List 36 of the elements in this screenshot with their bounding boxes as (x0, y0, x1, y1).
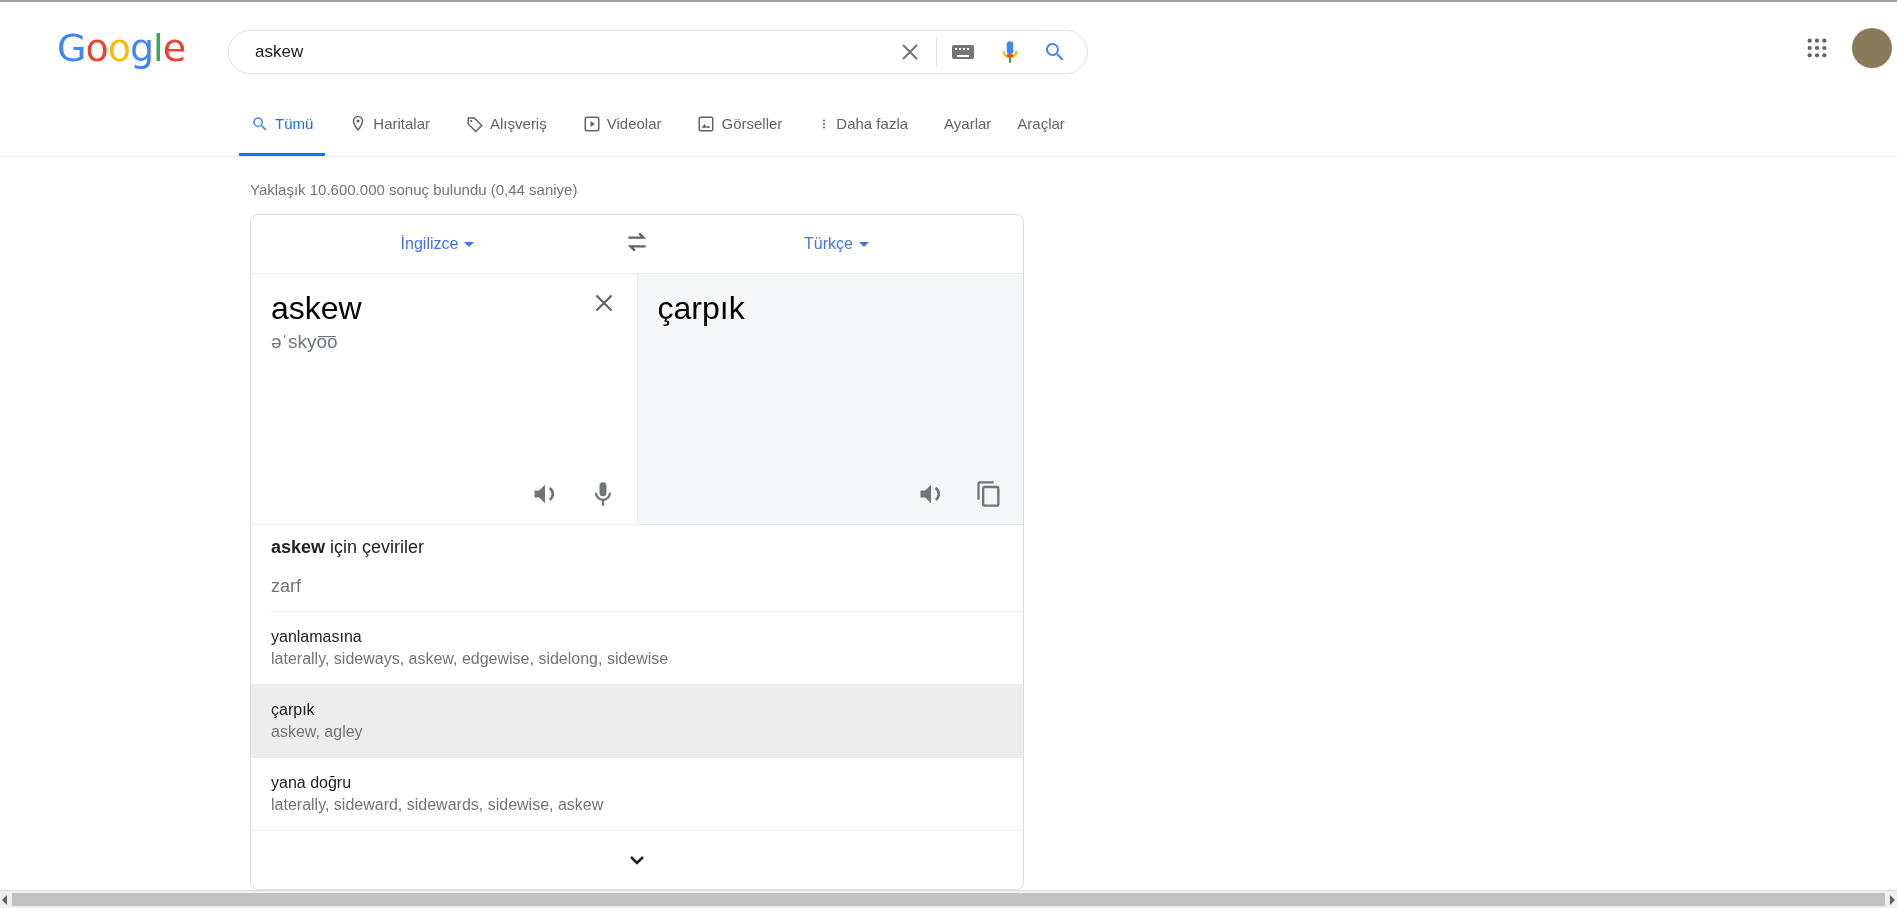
search-icon (251, 114, 269, 133)
translation-word: çarpık (271, 701, 316, 719)
target-language-dropdown[interactable]: Türkçe (798, 234, 875, 254)
nav-tab[interactable]: Haritalar (337, 94, 443, 156)
synonyms-text: laterally, sideward, sidewards, sidewise, askew (271, 796, 605, 814)
scroll-right-icon[interactable] (1887, 894, 1897, 905)
nav-tab[interactable]: Alışveriş (454, 94, 559, 156)
avatar[interactable] (1852, 28, 1892, 68)
tag-icon (466, 114, 485, 133)
result-stats: Yaklaşık 10.600.000 sonuç bulundu (0,44 saniye) (250, 180, 579, 200)
synonyms-text: laterally, sideways, askew, edgewise, sidelong, sidewise (271, 650, 670, 668)
translation-word: yanlamasına (271, 628, 363, 646)
nav-tab[interactable]: Ayarlar (932, 94, 1004, 156)
pronunciation: əˈskyo͞o (271, 331, 339, 353)
apps-grid-icon[interactable] (1806, 37, 1828, 59)
translated-text: çarpık (657, 290, 746, 327)
scrollbar-thumb[interactable] (12, 893, 1885, 906)
source-language-dropdown[interactable]: İngilizce (394, 234, 481, 254)
dropdown-caret-icon (858, 241, 869, 247)
synonyms-text: askew, agley (271, 723, 364, 741)
nav-tab[interactable]: Tümü (239, 94, 326, 156)
translation-row[interactable]: çarpık askew, agley (251, 685, 1023, 758)
play-icon (582, 114, 601, 133)
copy-icon[interactable] (975, 480, 1003, 508)
nav-tab[interactable]: Daha fazla (806, 94, 921, 156)
dropdown-caret-icon (464, 241, 475, 247)
translation-word: yana doğru (271, 774, 353, 792)
nav-tab[interactable]: Görseller (685, 94, 795, 156)
dictionary-heading: askew için çeviriler (270, 537, 426, 559)
nav-tab[interactable]: Araçlar (1005, 94, 1077, 156)
image-icon (697, 114, 716, 133)
nav-tab[interactable]: Videolar (570, 94, 674, 156)
search-field[interactable]: askew (253, 41, 886, 63)
scroll-left-icon[interactable] (0, 894, 10, 905)
source-text[interactable]: askew (271, 290, 362, 327)
google-logo[interactable]: Google (57, 26, 228, 70)
